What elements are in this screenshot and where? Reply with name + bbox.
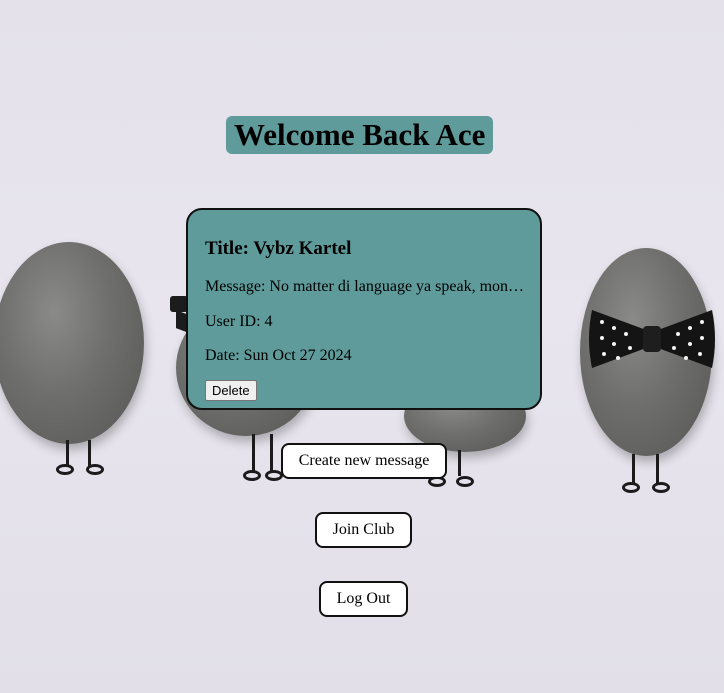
pebble-leg [252,434,255,472]
pebble-foot [56,464,74,475]
message-user-id: User ID: 4 [205,313,273,330]
pebble-foot [243,470,261,481]
create-message-button[interactable]: Create new message [281,443,447,479]
bowtie-icon [589,310,715,368]
pebble-foot [86,464,104,475]
pebble-foot [622,482,640,493]
message-card: Title: Vybz Kartel Message: No matter di… [186,208,542,410]
message-body: Message: No matter di language ya speak,… [205,278,525,295]
pebble-figure-left [0,242,144,444]
delete-message-button[interactable]: Delete [205,380,257,401]
logout-button[interactable]: Log Out [319,581,408,617]
welcome-heading: Welcome Back Ace [226,116,494,154]
pebble-foot [652,482,670,493]
sunglasses-arm [176,310,186,332]
pebble-leg [656,454,659,484]
join-club-button[interactable]: Join Club [315,512,412,548]
message-title: Title: Vybz Kartel [205,238,352,259]
pebble-leg [632,454,635,484]
pebble-leg [458,450,461,476]
pebble-leg [66,440,69,466]
pebble-leg [270,434,273,472]
pebble-leg [88,440,91,466]
message-date: Date: Sun Oct 27 2024 [205,347,352,364]
pebble-foot [456,476,474,487]
